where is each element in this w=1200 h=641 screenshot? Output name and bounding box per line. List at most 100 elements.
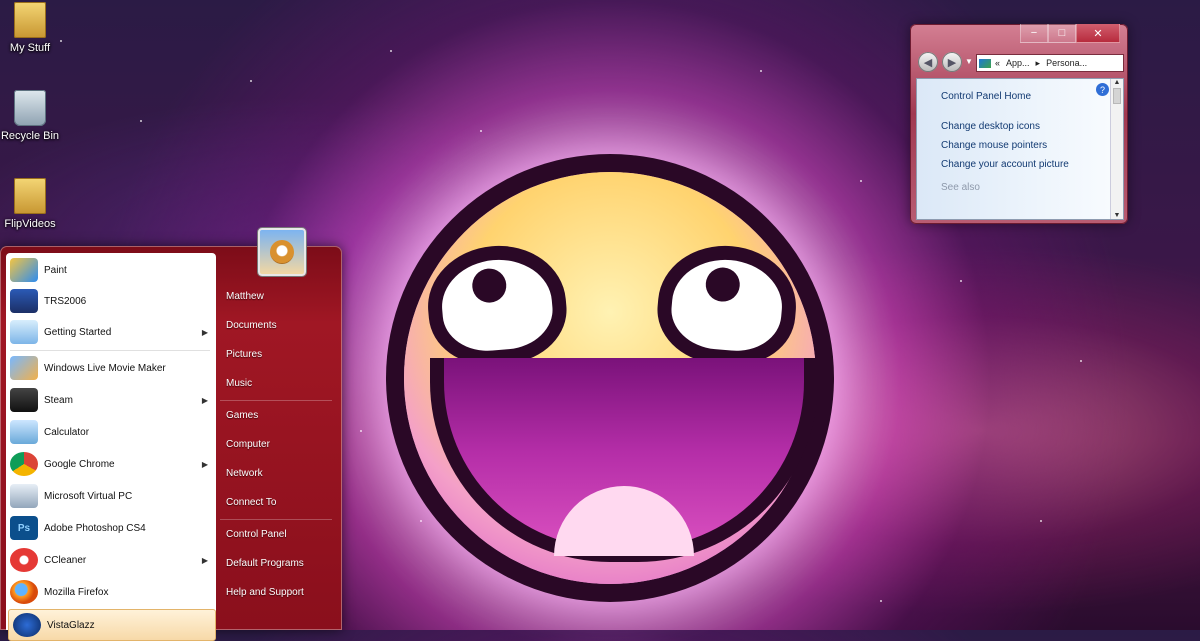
photoshop-icon: Ps [10, 516, 38, 540]
address-bar[interactable]: « App... ▸ Persona... [976, 54, 1124, 72]
paint-icon [10, 258, 38, 282]
start-menu-connect-to[interactable]: Connect To [226, 497, 276, 508]
start-menu-pictures[interactable]: Pictures [226, 349, 262, 360]
program-label: Mozilla Firefox [44, 586, 109, 598]
program-google-chrome[interactable]: Google Chrome ▶ [6, 449, 216, 479]
smiley-left-eye [423, 240, 571, 370]
start-menu-programs: Paint TRS2006 Getting Started ▶ Windows … [6, 253, 216, 641]
start-menu: Paint TRS2006 Getting Started ▶ Windows … [0, 246, 342, 641]
star [360, 430, 362, 432]
star [390, 50, 392, 52]
program-label: Steam [44, 394, 73, 406]
submenu-arrow-icon: ▶ [201, 555, 208, 565]
help-icon[interactable]: ? [1096, 83, 1109, 96]
program-getting-started[interactable]: Getting Started ▶ [6, 317, 216, 347]
start-menu-help-and-support[interactable]: Help and Support [226, 587, 304, 598]
program-microsoft-virtual-pc[interactable]: Microsoft Virtual PC [6, 481, 216, 511]
breadcrumb-overflow[interactable]: « [995, 58, 1000, 68]
calculator-icon [10, 420, 38, 444]
program-adobe-photoshop-cs4[interactable]: Ps Adobe Photoshop CS4 [6, 513, 216, 543]
desktop-icon-label: Recycle Bin [0, 130, 60, 142]
start-menu-music[interactable]: Music [226, 378, 252, 389]
star [480, 130, 482, 132]
breadcrumb-app[interactable]: App... [1006, 58, 1030, 68]
smiley-tongue [554, 486, 694, 556]
scroll-up-arrow-icon[interactable]: ▲ [1111, 79, 1123, 86]
program-label: Google Chrome [44, 458, 115, 470]
close-button[interactable]: ✕ [1076, 24, 1120, 43]
user-avatar[interactable] [258, 228, 306, 276]
smiley-pupil [470, 267, 508, 305]
vertical-scrollbar[interactable]: ▲ ▼ [1110, 79, 1123, 219]
program-mozilla-firefox[interactable]: Mozilla Firefox [6, 577, 216, 607]
forward-button[interactable]: ▶ [942, 52, 962, 72]
desktop-icon-flipvideos[interactable]: FlipVideos [0, 178, 62, 230]
menu-separator [220, 400, 332, 401]
steam-icon [10, 388, 38, 412]
maximize-button[interactable]: □ [1048, 24, 1076, 43]
start-menu-user-matthew[interactable]: Matthew [226, 291, 264, 302]
program-calculator[interactable]: Calculator [6, 417, 216, 447]
program-windows-live-movie-maker[interactable]: Windows Live Movie Maker [6, 353, 216, 383]
program-vistaglazz[interactable]: VistaGlazz [8, 609, 216, 641]
firefox-icon [10, 580, 38, 604]
recycle-bin-icon [14, 90, 46, 126]
change-mouse-pointers-link[interactable]: Change mouse pointers [941, 140, 1047, 151]
program-label: CCleaner [44, 554, 87, 566]
breadcrumb-personalization[interactable]: Persona... [1046, 58, 1087, 68]
program-label: Paint [44, 264, 67, 276]
getting-started-icon [10, 320, 38, 344]
window-controls: − □ ✕ [1020, 24, 1120, 43]
start-menu-network[interactable]: Network [226, 468, 263, 479]
change-desktop-icons-link[interactable]: Change desktop icons [941, 121, 1040, 132]
start-menu-documents[interactable]: Documents [226, 320, 277, 331]
recent-pages-arrow-icon[interactable]: ▼ [965, 57, 973, 66]
program-label: Adobe Photoshop CS4 [44, 522, 146, 534]
minimize-button[interactable]: − [1020, 24, 1048, 43]
program-label: Getting Started [44, 326, 112, 338]
star [1080, 360, 1082, 362]
folder-icon [14, 178, 46, 214]
star [880, 600, 882, 602]
dog-avatar-icon [270, 240, 294, 264]
submenu-arrow-icon: ▶ [201, 395, 208, 405]
star [1040, 520, 1042, 522]
see-also-heading: See also [941, 182, 980, 193]
smiley-pupil [704, 266, 742, 303]
program-steam[interactable]: Steam ▶ [6, 385, 216, 415]
movie-maker-icon [10, 356, 38, 380]
start-menu-computer[interactable]: Computer [226, 439, 270, 450]
back-button[interactable]: ◀ [918, 52, 938, 72]
vistaglazz-icon [13, 613, 41, 637]
desktop-icon-label: FlipVideos [4, 218, 56, 230]
star [140, 120, 142, 122]
control-panel-window: − □ ✕ ◀ ▶ ▼ « App... ▸ Persona... ? Cont… [910, 24, 1128, 224]
star [860, 180, 862, 182]
control-panel-task-pane: ? Control Panel Home Change desktop icon… [916, 78, 1124, 220]
program-trs2006[interactable]: TRS2006 [6, 286, 216, 316]
program-ccleaner[interactable]: CCleaner ▶ [6, 545, 216, 575]
star [250, 80, 252, 82]
scroll-thumb[interactable] [1113, 88, 1121, 104]
program-label: TRS2006 [44, 295, 87, 307]
chrome-icon [10, 452, 38, 476]
desktop-icon-my-stuff[interactable]: My Stuff [0, 2, 62, 54]
program-paint[interactable]: Paint [6, 255, 216, 285]
change-account-picture-link[interactable]: Change your account picture [941, 159, 1069, 170]
ccleaner-icon [10, 548, 38, 572]
star [420, 520, 422, 522]
program-label: Windows Live Movie Maker [44, 362, 166, 374]
scroll-down-arrow-icon[interactable]: ▼ [1111, 212, 1123, 219]
desktop-icon-recycle-bin[interactable]: Recycle Bin [0, 90, 62, 142]
breadcrumb-separator-icon: ▸ [1035, 57, 1041, 68]
start-menu-control-panel[interactable]: Control Panel [226, 529, 287, 540]
control-panel-icon [979, 58, 991, 68]
program-label: Microsoft Virtual PC [44, 490, 133, 502]
start-menu-default-programs[interactable]: Default Programs [226, 558, 304, 569]
menu-separator [220, 519, 332, 520]
folder-icon [14, 2, 46, 38]
star [960, 280, 962, 282]
control-panel-home-link[interactable]: Control Panel Home [941, 91, 1031, 102]
submenu-arrow-icon: ▶ [201, 327, 208, 337]
start-menu-games[interactable]: Games [226, 410, 258, 421]
